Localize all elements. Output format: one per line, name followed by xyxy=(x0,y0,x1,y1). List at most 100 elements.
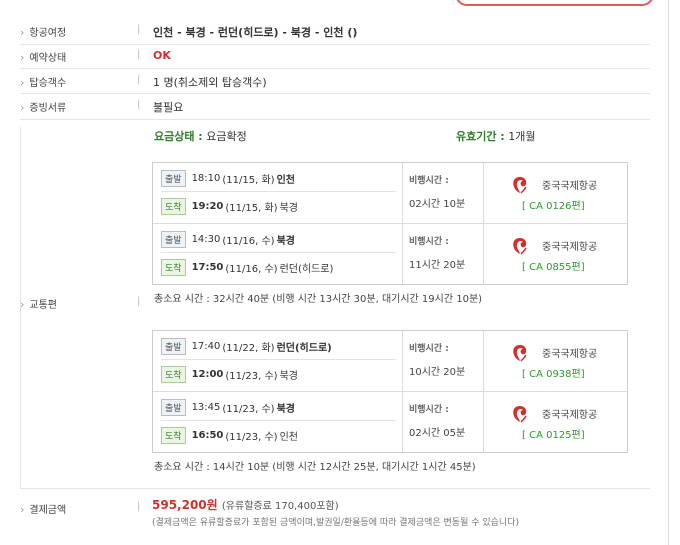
status-label: 예약상태 xyxy=(20,49,66,64)
departure-tag: 출발 xyxy=(161,337,186,355)
departure-tag: 출발 xyxy=(161,230,186,248)
airline-name: 중국국제항공 xyxy=(542,410,598,421)
row-payment: 결제금액 | xyxy=(20,488,650,516)
departure-time: 18:10 xyxy=(191,172,221,184)
flight-segment: 출발 13:45 (11/23, 수) 북경 도착 16:50 (11/23, 수) 인천 비행… xyxy=(153,392,627,452)
payment-note: (결제금액은 유류할증료가 포함된 금액이며,발권일/환율등에 따라 결제금액은… xyxy=(152,518,520,528)
segment-times: 출발 14:30 (11/16, 수) 북경 도착 17:50 (11/16, 수) 런던(히… xyxy=(153,224,403,284)
segment-airline: 중국국제항공 [ CA 0855편] xyxy=(484,224,627,284)
departure-date: (11/23, 수) xyxy=(222,403,275,415)
segment-times: 출발 18:10 (11/15, 화) 인천도착 19:20 (11/15, 화) 북경 xyxy=(153,163,403,223)
arrival-time: 19:20 xyxy=(191,200,224,212)
arrival-line: 도착 17:50 (11/16, 수) 런던(히드로) xyxy=(161,254,396,280)
arrival-line: 도착 16:50 (11/23, 수) 인천 xyxy=(161,422,396,448)
transport-label: 교통편 xyxy=(20,296,57,311)
flight-group-return: 출발 17:40 (11/22, 화) 런던(히드로) 도착 12:00 (11/23, 수… xyxy=(152,330,628,453)
passengers-value: 1 명(취소제외 탑승객수) xyxy=(153,76,267,89)
departure-time: 14:30 xyxy=(191,233,221,245)
flight-number[interactable]: [ CA 0855편] xyxy=(522,258,585,273)
flight-time-label: 비행시간 : xyxy=(409,344,449,354)
segment-airline: 중국국제항공 [ CA 0938편] xyxy=(484,331,627,391)
documents-label: 증빙서류 xyxy=(20,99,66,114)
segment-airline: 중국국제항공 [ CA 0126편] xyxy=(484,163,627,223)
flight-number[interactable]: [ CA 0125편] xyxy=(522,426,585,441)
status-value: OK xyxy=(153,49,171,62)
airline-name: 중국국제항공 xyxy=(542,242,598,253)
route-label: 항공여정 xyxy=(20,24,66,39)
air-china-logo-icon xyxy=(513,406,527,423)
arrival-city: 북경 xyxy=(279,202,298,214)
air-china-logo-icon xyxy=(513,238,527,255)
route-value: 인천 - 북경 - 런던(히드로) - 북경 - 인천 () xyxy=(153,26,358,39)
segment-airline: 중국국제항공 [ CA 0125편] xyxy=(484,392,627,452)
airline-name: 중국국제항공 xyxy=(542,349,598,360)
row-passengers: 탑승객수 | 1 명(취소제외 탑승객수) xyxy=(20,68,650,94)
flight-time-label: 비행시간 : xyxy=(409,237,449,247)
top-box-edge xyxy=(455,0,654,6)
departure-time: 17:40 xyxy=(191,340,221,352)
flight-segment: 출발 18:10 (11/15, 화) 인천 도착 19:20 (11/15, 화) 북경 비행… xyxy=(153,163,627,224)
departure-tag: 출발 xyxy=(161,398,186,416)
validity-value: 1개월 xyxy=(508,130,536,143)
payment-amount-detail: (유류할증료 170,400포함) xyxy=(221,501,339,512)
flight-duration: 10시간 20분 xyxy=(409,367,466,378)
departure-city: 북경 xyxy=(276,235,295,247)
departure-city: 인천 xyxy=(276,174,295,186)
departure-time: 13:45 xyxy=(191,401,221,413)
flight-segment: 출발 14:30 (11/16, 수) 북경 도착 17:50 (11/16, 수) 런던(히… xyxy=(153,224,627,284)
arrival-line: 도착 19:20 (11/15, 화) 북경 xyxy=(161,193,396,219)
segment-duration: 비행시간 : 11시간 20분 xyxy=(403,224,484,284)
arrival-city: 런던(히드로) xyxy=(279,263,334,275)
arrival-time: 16:50 xyxy=(191,429,224,441)
segment-duration: 비행시간 : 02시간 10분 xyxy=(403,163,484,223)
divider: | xyxy=(137,296,141,307)
divider: | xyxy=(137,49,141,60)
arrival-city: 북경 xyxy=(279,370,298,382)
arrival-date: (11/23, 수) xyxy=(225,431,278,443)
arrival-time: 12:00 xyxy=(191,368,224,380)
row-route: 항공여정 | 인천 - 북경 - 런던(히드로) - 북경 - 인천 () xyxy=(20,18,650,45)
flight-time-label: 비행시간 : xyxy=(409,405,449,415)
validity-label: 유효기간 : xyxy=(456,130,505,143)
divider: | xyxy=(137,99,141,110)
flight-segment: 출발 17:40 (11/22, 화) 런던(히드로) 도착 12:00 (11/23, 수… xyxy=(153,331,627,392)
departure-date: (11/16, 수) xyxy=(222,235,275,247)
departure-date: (11/22, 화) xyxy=(222,342,275,354)
air-china-logo-icon xyxy=(513,345,527,362)
arrival-tag: 도착 xyxy=(161,426,186,444)
reservation-detail: 항공여정 | 인천 - 북경 - 런던(히드로) - 북경 - 인천 () 예약… xyxy=(0,0,680,545)
segment-times: 출발 17:40 (11/22, 화) 런던(히드로) 도착 12:00 (11/23, 수… xyxy=(153,331,403,391)
divider: | xyxy=(137,74,141,85)
flight-duration: 11시간 20분 xyxy=(409,260,466,271)
departure-line: 출발 13:45 (11/23, 수) 북경 xyxy=(161,394,396,421)
flight-time-label: 비행시간 : xyxy=(409,176,449,186)
payment-amount-value: 595,200원 xyxy=(152,498,218,512)
flight-number[interactable]: [ CA 0126편] xyxy=(522,197,585,212)
flight-number[interactable]: [ CA 0938편] xyxy=(522,365,585,380)
fare-status: 요금상태 : 요금확정 xyxy=(154,128,247,144)
payment-label: 결제금액 xyxy=(20,501,66,516)
airline-name: 중국국제항공 xyxy=(542,181,598,192)
total-time-return: 총소요 시간 : 14시간 10분 (비행 시간 12시간 25분, 대기시간 … xyxy=(154,462,476,473)
departure-line: 출발 14:30 (11/16, 수) 북경 xyxy=(161,226,396,253)
arrival-date: (11/16, 수) xyxy=(225,263,278,275)
divider: | xyxy=(137,24,141,35)
passengers-label: 탑승객수 xyxy=(20,74,66,89)
departure-tag: 출발 xyxy=(161,169,186,187)
right-divider xyxy=(668,0,669,545)
air-china-logo-icon xyxy=(513,177,527,194)
fare-status-value: 요금확정 xyxy=(206,130,247,143)
arrival-tag: 도착 xyxy=(161,197,186,215)
departure-city: 북경 xyxy=(276,403,295,415)
departure-line: 출발 17:40 (11/22, 화) 런던(히드로) xyxy=(161,333,396,360)
arrival-date: (11/15, 화) xyxy=(225,202,278,214)
flight-duration: 02시간 10분 xyxy=(409,199,466,210)
segment-times: 출발 13:45 (11/23, 수) 북경 도착 16:50 (11/23, 수) 인천 xyxy=(153,392,403,452)
arrival-line: 도착 12:00 (11/23, 수) 북경 xyxy=(161,361,396,387)
row-status: 예약상태 | OK xyxy=(20,44,650,69)
arrival-tag: 도착 xyxy=(161,365,186,383)
segment-duration: 비행시간 : 10시간 20분 xyxy=(403,331,484,391)
segment-duration: 비행시간 : 02시간 05분 xyxy=(403,392,484,452)
row-documents: 증빙서류 | 불필요 xyxy=(20,93,650,120)
departure-city: 런던(히드로) xyxy=(276,342,332,354)
